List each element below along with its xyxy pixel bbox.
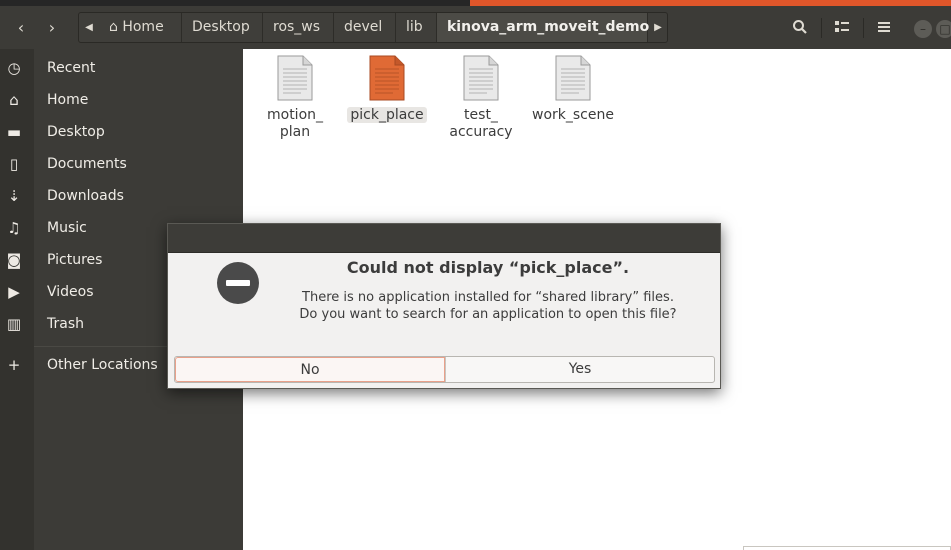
sidebar-item-label: Documents <box>47 156 127 172</box>
sidebar-item-label: Trash <box>47 316 84 332</box>
search-button[interactable] <box>782 12 818 43</box>
file-icon <box>369 55 405 101</box>
file-name: test_ accuracy <box>449 107 513 140</box>
camera-icon: ◙ <box>6 251 22 269</box>
file-item-pick-place[interactable]: pick_place <box>342 49 432 124</box>
menu-icon <box>878 22 890 32</box>
breadcrumb-kinova-arm-moveit-demo[interactable]: kinova_arm_moveit_demo <box>437 13 650 42</box>
maximize-icon: □ <box>939 22 951 36</box>
file-name: pick_place <box>342 107 432 124</box>
dialog-message: There is no application installed for “s… <box>268 289 708 323</box>
header-separator <box>821 18 822 38</box>
view-toggle-button[interactable] <box>824 12 860 43</box>
menu-button[interactable] <box>866 12 902 43</box>
video-icon: ▶ <box>8 283 20 301</box>
error-icon <box>217 262 259 304</box>
sidebar-item-desktop[interactable]: ▬ Desktop <box>0 117 243 147</box>
sidebar-item-label: Downloads <box>47 188 124 204</box>
breadcrumb-scroll-left-button[interactable]: ◀ <box>79 13 99 42</box>
sidebar-item-label: Other Locations <box>47 357 158 373</box>
no-button[interactable]: No <box>175 357 445 382</box>
breadcrumb-label: lib <box>406 19 423 35</box>
breadcrumb-desktop[interactable]: Desktop <box>182 13 263 42</box>
search-icon <box>793 20 807 34</box>
sidebar-item-label: Videos <box>47 284 94 300</box>
breadcrumb-label: kinova_arm_moveit_demo <box>447 19 650 35</box>
plus-icon: + <box>7 356 21 374</box>
chevron-left-icon: ‹ <box>17 18 25 37</box>
header-bar: ‹ › ◀ ⌂ Home Desktop ros_ws devel lib ki… <box>0 6 951 49</box>
breadcrumb-devel[interactable]: devel <box>334 13 396 42</box>
sidebar-item-label: Desktop <box>47 124 105 140</box>
dialog-message-line: There is no application installed for “s… <box>302 290 674 305</box>
minimize-button[interactable]: – <box>914 20 932 38</box>
dialog-titlebar[interactable] <box>168 224 720 253</box>
dialog-button-row: No Yes <box>174 356 715 383</box>
dialog-title: Could not display “pick_place”. <box>346 258 630 277</box>
breadcrumb-ros-ws[interactable]: ros_ws <box>263 13 334 42</box>
file-name: work_scene <box>532 107 614 123</box>
sidebar-item-label: Pictures <box>47 252 103 268</box>
breadcrumb-label: devel <box>344 19 383 35</box>
maximize-button[interactable]: □ <box>936 20 951 38</box>
file-item-work-scene[interactable]: work_scene <box>528 49 618 124</box>
sidebar-item-home[interactable]: ⌂ Home <box>0 85 243 115</box>
breadcrumb-home[interactable]: ⌂ Home <box>99 13 182 42</box>
document-icon: ▯ <box>9 155 19 173</box>
sidebar-item-downloads[interactable]: ⇣ Downloads <box>0 181 243 211</box>
home-icon: ⌂ <box>9 91 19 109</box>
breadcrumb-lib[interactable]: lib <box>396 13 437 42</box>
back-button[interactable]: ‹ <box>6 12 36 43</box>
download-icon: ⇣ <box>7 187 21 205</box>
sidebar-item-recent[interactable]: ◷ Recent <box>0 53 243 83</box>
dialog-message-line: Do you want to search for an application… <box>299 307 677 322</box>
view-toggle-icon <box>835 21 849 32</box>
music-icon: ♫ <box>7 219 21 237</box>
breadcrumb-label: ros_ws <box>273 19 321 35</box>
breadcrumb-scroll-right-button[interactable]: ▶ <box>648 13 668 42</box>
sidebar-item-label: Home <box>47 92 89 108</box>
breadcrumb: ◀ ⌂ Home Desktop ros_ws devel lib kinova… <box>78 12 668 43</box>
file-name: motion_ plan <box>266 107 324 140</box>
file-icon <box>463 55 499 101</box>
file-icon <box>277 55 313 101</box>
breadcrumb-label: Desktop <box>192 19 250 35</box>
home-icon: ⌂ <box>109 19 118 35</box>
chevron-right-icon: › <box>48 18 56 37</box>
sidebar-item-documents[interactable]: ▯ Documents <box>0 149 243 179</box>
file-item-test-accuracy[interactable]: test_ accuracy <box>436 49 526 141</box>
forward-button[interactable]: › <box>37 12 67 43</box>
file-item-motion-plan[interactable]: motion_ plan <box>250 49 340 141</box>
sidebar-item-label: Recent <box>47 60 96 76</box>
file-icon <box>555 55 591 101</box>
sidebar-item-label: Music <box>47 220 87 236</box>
clock-icon: ◷ <box>7 59 21 77</box>
breadcrumb-label: Home <box>122 19 164 35</box>
folder-icon: ▬ <box>6 123 22 141</box>
header-separator <box>863 18 864 38</box>
minimize-icon: – <box>920 22 926 36</box>
trash-icon: ▥ <box>6 315 22 333</box>
error-dialog: Could not display “pick_place”. There is… <box>167 223 721 389</box>
yes-button[interactable]: Yes <box>445 357 714 382</box>
status-overlay <box>743 546 951 550</box>
